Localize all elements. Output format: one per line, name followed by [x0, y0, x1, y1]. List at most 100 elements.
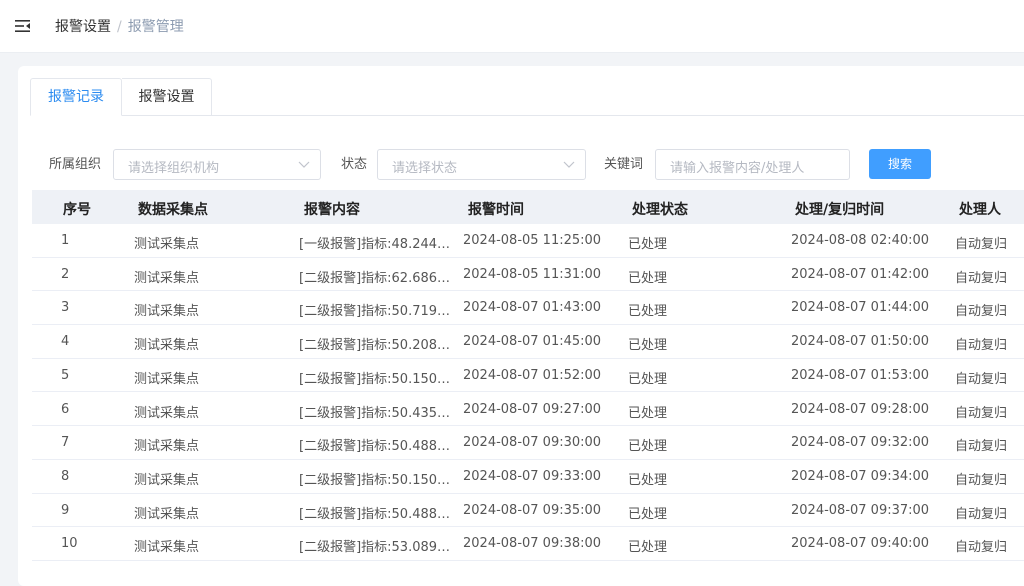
tab-alarm-settings[interactable]: 报警设置	[122, 78, 212, 116]
cell-collection-point: 测试采集点	[134, 439, 200, 455]
cell-handle-status: 已处理	[628, 439, 668, 455]
header-handle-status: 处理状态	[632, 202, 688, 218]
header-handle-time: 处理/复归时间	[795, 202, 885, 218]
cell-handle-status: 已处理	[628, 506, 668, 522]
cell-alarm-time: 2024-08-07 09:33:00	[463, 468, 602, 484]
cell-handler: 自动复归	[955, 237, 1008, 252]
cell-alarm-time: 2024-08-07 01:45:00	[463, 334, 602, 350]
table-row[interactable]: 3 测试采集点 [二级报警]指标:50.719… 2024-08-07 01:43:0…	[32, 291, 1024, 326]
cell-handler: 自动复归	[955, 405, 1008, 421]
header-handler: 处理人	[959, 202, 1001, 218]
cell-alarm-content: [二级报警]指标:50.719…	[299, 304, 451, 320]
cell-index: 4	[61, 334, 70, 350]
cell-alarm-content: [二级报警]指标:50.488…	[299, 506, 451, 522]
cell-index: 10	[61, 536, 78, 552]
cell-index: 7	[61, 435, 70, 451]
cell-handle-time: 2024-08-07 01:53:00	[791, 367, 930, 383]
cell-handle-status: 已处理	[628, 338, 668, 354]
cell-alarm-content: [二级报警]指标:62.686…	[299, 270, 451, 286]
breadcrumb-current: 报警管理	[127, 19, 184, 35]
cell-handle-status: 已处理	[628, 237, 668, 252]
cell-alarm-time: 2024-08-07 09:38:00	[463, 536, 602, 552]
tab-alarm-records[interactable]: 报警记录	[30, 78, 122, 116]
cell-alarm-content: [二级报警]指标:50.150…	[299, 371, 451, 387]
header-index: 序号	[63, 202, 91, 218]
table-row[interactable]: 9 测试采集点 [二级报警]指标:50.488… 2024-08-07 09:35:0…	[32, 493, 1024, 528]
cell-handler: 自动复归	[955, 506, 1008, 522]
cell-handle-time: 2024-08-07 09:32:00	[791, 435, 930, 451]
cell-index: 1	[61, 233, 70, 248]
cell-alarm-content: [二级报警]指标:50.488…	[299, 439, 451, 455]
cell-alarm-content: [二级报警]指标:50.208…	[299, 338, 451, 354]
table-header: 序号 数据采集点 报警内容 报警时间 处理状态 处理/复归时间 处理人	[32, 190, 1024, 224]
cell-handle-time: 2024-08-07 01:44:00	[791, 300, 930, 316]
cell-collection-point: 测试采集点	[134, 506, 200, 522]
cell-handle-status: 已处理	[628, 405, 668, 421]
cell-handle-time: 2024-08-07 09:40:00	[791, 536, 930, 552]
header-alarm-content: 报警内容	[304, 202, 360, 218]
cell-alarm-time: 2024-08-07 09:30:00	[463, 435, 602, 451]
breadcrumb: 报警设置 / 报警管理	[55, 18, 184, 36]
cell-index: 6	[61, 401, 70, 417]
table-row[interactable]: 5 测试采集点 [二级报警]指标:50.150… 2024-08-07 01:52:0…	[32, 358, 1024, 393]
cell-collection-point: 测试采集点	[134, 540, 200, 556]
cell-index: 5	[61, 367, 70, 383]
chevron-down-icon	[298, 161, 310, 168]
cell-handle-time: 2024-08-07 09:28:00	[791, 401, 930, 417]
table-row[interactable]: 2 测试采集点 [二级报警]指标:62.686… 2024-08-05 11:31:0…	[32, 257, 1024, 292]
table-row[interactable]: 10 测试采集点 [二级报警]指标:53.089… 2024-08-07 09:38:…	[32, 527, 1024, 561]
cell-handle-time: 2024-08-08 02:40:00	[791, 233, 930, 248]
top-bar: 报警设置 / 报警管理	[0, 0, 1024, 53]
table-row[interactable]: 6 测试采集点 [二级报警]指标:50.435… 2024-08-07 09:27:0…	[32, 392, 1024, 427]
org-select[interactable]: 请选择组织机构	[113, 149, 321, 180]
cell-alarm-content: [二级报警]指标:53.089…	[299, 540, 451, 556]
cell-handle-time: 2024-08-07 01:50:00	[791, 334, 930, 350]
breadcrumb-parent[interactable]: 报警设置	[55, 19, 111, 35]
org-placeholder: 请选择组织机构	[128, 161, 220, 176]
cell-handle-time: 2024-08-07 09:34:00	[791, 468, 930, 484]
tab-bar: 报警记录 报警设置	[30, 78, 1024, 116]
cell-alarm-content: [二级报警]指标:50.435…	[299, 405, 451, 421]
cell-handle-status: 已处理	[628, 371, 668, 387]
keyword-input[interactable]: 请输入报警内容/处理人	[655, 149, 850, 180]
cell-handler: 自动复归	[955, 371, 1008, 387]
table-row[interactable]: 8 测试采集点 [二级报警]指标:50.150… 2024-08-07 09:33:0…	[32, 459, 1024, 494]
cell-alarm-time: 2024-08-07 01:43:00	[463, 300, 602, 316]
cell-collection-point: 测试采集点	[134, 304, 200, 320]
table-row[interactable]: 7 测试采集点 [二级报警]指标:50.488… 2024-08-07 09:30:0…	[32, 426, 1024, 460]
cell-handle-status: 已处理	[628, 472, 668, 488]
cell-alarm-content: [二级报警]指标:50.150…	[299, 472, 451, 488]
table-row[interactable]: 4 测试采集点 [二级报警]指标:50.208… 2024-08-07 01:45:0…	[32, 325, 1024, 359]
keyword-label: 关键词	[604, 157, 644, 172]
cell-index: 2	[61, 266, 70, 282]
cell-alarm-time: 2024-08-07 01:52:00	[463, 367, 602, 383]
cell-index: 8	[61, 468, 70, 484]
cell-alarm-time: 2024-08-05 11:31:00	[463, 266, 602, 282]
cell-handler: 自动复归	[955, 270, 1008, 286]
cell-index: 9	[61, 502, 70, 518]
cell-alarm-time: 2024-08-07 09:27:00	[463, 401, 602, 417]
table-row[interactable]: 1 测试采集点 [一级报警]指标:48.244… 2024-08-05 11:25:0…	[32, 224, 1024, 258]
status-placeholder: 请选择状态	[392, 161, 458, 176]
breadcrumb-separator: /	[117, 19, 122, 35]
cell-handler: 自动复归	[955, 439, 1008, 455]
cell-collection-point: 测试采集点	[134, 472, 200, 488]
cell-collection-point: 测试采集点	[134, 371, 200, 387]
cell-collection-point: 测试采集点	[134, 405, 200, 421]
status-select[interactable]: 请选择状态	[377, 149, 586, 180]
cell-alarm-time: 2024-08-05 11:25:00	[463, 233, 602, 248]
search-button[interactable]: 搜索	[869, 149, 931, 179]
cell-collection-point: 测试采集点	[134, 237, 200, 252]
org-label: 所属组织	[49, 157, 102, 172]
cell-collection-point: 测试采集点	[134, 270, 200, 286]
cell-handle-time: 2024-08-07 09:37:00	[791, 502, 930, 518]
menu-fold-icon[interactable]	[15, 20, 30, 32]
cell-handler: 自动复归	[955, 338, 1008, 354]
header-alarm-time: 报警时间	[468, 202, 524, 218]
cell-handle-status: 已处理	[628, 270, 668, 286]
cell-handle-status: 已处理	[628, 304, 668, 320]
cell-alarm-content: [一级报警]指标:48.244…	[299, 237, 451, 252]
cell-alarm-time: 2024-08-07 09:35:00	[463, 502, 602, 518]
cell-index: 3	[61, 300, 70, 316]
cell-handle-time: 2024-08-07 01:42:00	[791, 266, 930, 282]
